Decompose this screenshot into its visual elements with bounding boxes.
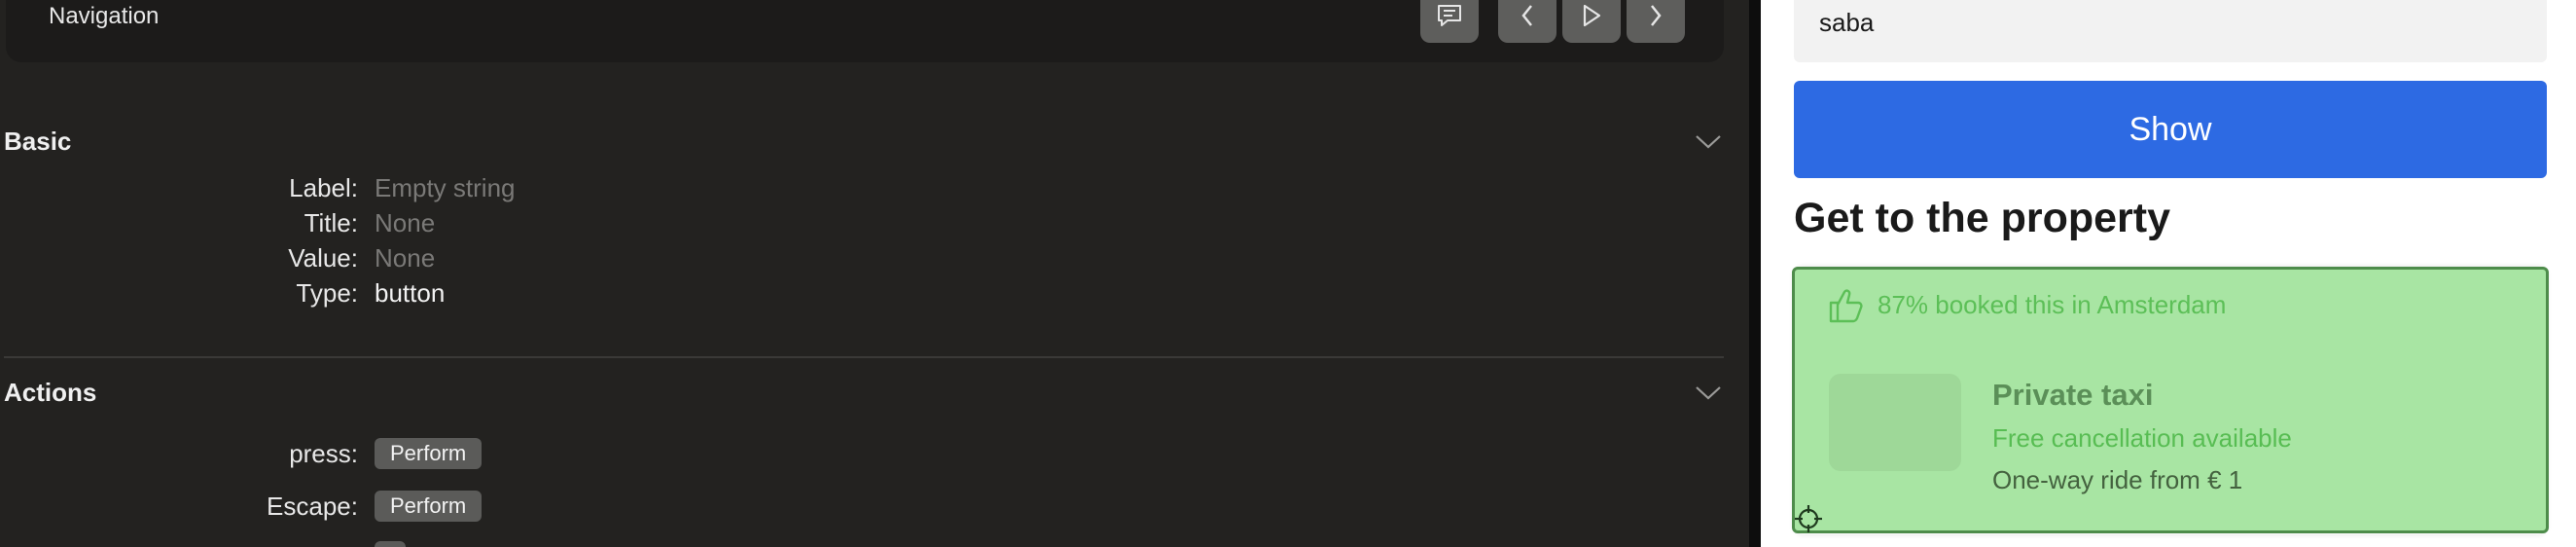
section-heading: Get to the property: [1794, 195, 2171, 241]
taxi-image-placeholder: [1829, 374, 1961, 471]
inspector-panel: Navigation Basic Label: Empty string Tit…: [0, 0, 1749, 547]
navigation-title: Navigation: [49, 3, 160, 29]
play-icon: [1583, 4, 1601, 27]
crosshair-icon: [1795, 505, 1822, 532]
basic-section-title: Basic: [4, 127, 72, 156]
row-key: Type:: [296, 278, 358, 308]
row-value: None: [375, 243, 436, 273]
basic-row-label: Label: Empty string: [0, 173, 973, 208]
row-key: Escape:: [267, 492, 358, 521]
speech-bubble-icon: [1438, 5, 1461, 26]
row-value: button: [375, 278, 446, 308]
row-key: press:: [289, 439, 358, 468]
name-field[interactable]: saba: [1794, 0, 2547, 62]
chevron-right-icon: [1651, 5, 1662, 26]
cancellation-text: Free cancellation available: [1992, 423, 2292, 453]
section-divider: [4, 356, 1724, 358]
row-value: Empty string: [375, 173, 516, 202]
chevron-left-icon: [1521, 5, 1532, 26]
comment-button[interactable]: [1420, 0, 1479, 43]
perform-button-partial[interactable]: [375, 541, 406, 547]
ride-price-text: One-way ride from € 1: [1992, 465, 2243, 494]
row-key: Label:: [289, 173, 358, 202]
previous-button[interactable]: [1498, 0, 1556, 43]
chevron-down-icon[interactable]: [1694, 133, 1723, 151]
row-key: Title:: [304, 208, 358, 237]
basic-row-value: Value: None: [0, 243, 973, 278]
action-row-escape: Escape:: [0, 492, 973, 527]
row-value: None: [375, 208, 436, 237]
basic-row-type: Type: button: [0, 278, 973, 313]
name-field-value: saba: [1819, 8, 1875, 37]
split-divider[interactable]: [1749, 0, 1761, 547]
booked-stat: 87% booked this in Amsterdam: [1878, 290, 2227, 319]
row-key: Value:: [288, 243, 358, 273]
next-button[interactable]: [1627, 0, 1685, 43]
basic-row-title: Title: None: [0, 208, 973, 243]
show-button[interactable]: Show: [1794, 81, 2547, 178]
chevron-down-icon[interactable]: [1694, 384, 1723, 402]
play-button[interactable]: [1562, 0, 1621, 43]
thumbs-up-icon: [1829, 289, 1863, 323]
action-row-press: press:: [0, 439, 973, 474]
card-title: Private taxi: [1992, 378, 2154, 412]
actions-section-title: Actions: [4, 378, 97, 407]
perform-escape-button[interactable]: Perform: [375, 491, 483, 522]
perform-press-button[interactable]: Perform: [375, 438, 483, 469]
